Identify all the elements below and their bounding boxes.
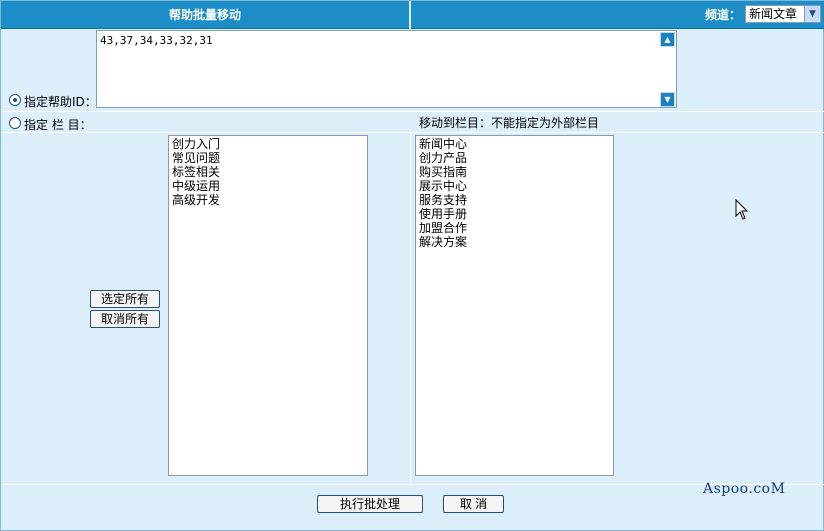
category-radio[interactable] bbox=[9, 117, 21, 129]
source-option[interactable]: 常见问题 bbox=[172, 151, 364, 165]
source-option[interactable]: 中级运用 bbox=[172, 179, 364, 193]
scroll-down-icon[interactable]: ▼ bbox=[660, 92, 675, 107]
channel-label: 频道： bbox=[705, 8, 742, 22]
ids-scrollbar[interactable]: ▲ ▼ bbox=[659, 31, 676, 107]
watermark: Aspoo.coM bbox=[703, 481, 786, 497]
header-divider bbox=[409, 1, 411, 29]
ids-label: 指定帮助ID： bbox=[24, 95, 97, 109]
channel-select[interactable]: 新闻文章 ▼ bbox=[745, 5, 821, 23]
ids-value: 43,37,34,33,32,31 bbox=[100, 34, 213, 47]
row-divider bbox=[1, 484, 824, 485]
target-option[interactable]: 使用手册 bbox=[419, 207, 610, 221]
target-option[interactable]: 购买指南 bbox=[419, 165, 610, 179]
source-category-list[interactable]: 创力入门 常见问题 标签相关 中级运用 高级开发 bbox=[168, 135, 368, 476]
source-option[interactable]: 高级开发 bbox=[172, 193, 364, 207]
target-option[interactable]: 加盟合作 bbox=[419, 221, 610, 235]
target-option[interactable]: 展示中心 bbox=[419, 179, 610, 193]
target-category-list[interactable]: 新闻中心 创力产品 购买指南 展示中心 服务支持 使用手册 加盟合作 解决方案 bbox=[415, 135, 614, 476]
execute-button[interactable]: 执行批处理 bbox=[317, 495, 423, 513]
row-divider bbox=[1, 132, 824, 133]
batch-move-form: 帮助批量移动 频道： 新闻文章 ▼ 指定帮助ID： 43,37,34,33,32… bbox=[0, 0, 824, 531]
target-option[interactable]: 服务支持 bbox=[419, 193, 610, 207]
category-label: 指定 栏 目： bbox=[24, 118, 92, 132]
chevron-down-icon[interactable]: ▼ bbox=[804, 6, 820, 22]
ids-radio[interactable] bbox=[9, 94, 21, 106]
target-option[interactable]: 新闻中心 bbox=[419, 137, 610, 151]
select-all-button[interactable]: 选定所有 bbox=[90, 290, 160, 308]
target-label: 移动到栏目：不能指定为外部栏目 bbox=[419, 116, 600, 130]
row-divider bbox=[1, 111, 824, 112]
ids-textarea[interactable]: 43,37,34,33,32,31 ▲ ▼ bbox=[96, 30, 677, 108]
source-option[interactable]: 标签相关 bbox=[172, 165, 364, 179]
target-option[interactable]: 创力产品 bbox=[419, 151, 610, 165]
column-divider bbox=[410, 132, 411, 484]
mouse-cursor-icon bbox=[735, 199, 749, 220]
source-option[interactable]: 创力入门 bbox=[172, 137, 364, 151]
target-option[interactable]: 解决方案 bbox=[419, 235, 610, 249]
scroll-up-icon[interactable]: ▲ bbox=[660, 32, 675, 47]
cancel-button[interactable]: 取 消 bbox=[443, 495, 504, 513]
channel-selected-value: 新闻文章 bbox=[749, 7, 798, 21]
deselect-all-button[interactable]: 取消所有 bbox=[90, 310, 160, 328]
form-title: 帮助批量移动 bbox=[168, 8, 241, 22]
header-bar: 帮助批量移动 频道： 新闻文章 ▼ bbox=[1, 1, 824, 29]
